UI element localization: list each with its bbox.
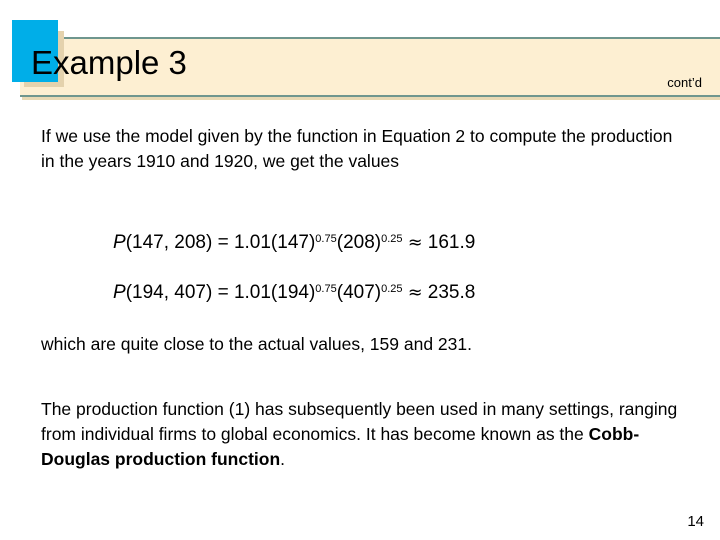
equation-2-relation: ≈ [407, 283, 423, 303]
closing-paragraph: which are quite close to the actual valu… [41, 334, 472, 354]
final-paragraph: The production function (1) has subseque… [41, 397, 685, 472]
equation-2: P(194, 407) = 1.01(194)0.75(407)0.25 ≈ 2… [113, 280, 475, 306]
equation-1-exponent-1: 0.75 [315, 232, 337, 245]
page-number: 14 [687, 513, 704, 530]
equation-1: P(147, 208) = 1.01(147)0.75(208)0.25 ≈ 1… [113, 230, 475, 256]
equation-1-result: 161.9 [427, 232, 476, 253]
continued-label: cont’d [667, 75, 702, 90]
equation-2-exponent-2: 0.25 [381, 282, 403, 295]
equation-1-function-symbol: P [113, 232, 126, 253]
equation-1-relation: ≈ [407, 233, 423, 253]
equation-2-args: (194, 407) = 1.01(194) [125, 282, 316, 303]
equation-2-mid: (407) [336, 282, 382, 303]
equation-1-args: (147, 208) = 1.01(147) [125, 232, 316, 253]
page-title: Example 3 [31, 44, 187, 81]
equation-2-result: 235.8 [427, 282, 476, 303]
slide-header: Example 3 cont’d [0, 0, 720, 102]
final-paragraph-lead: The production function (1) has subseque… [41, 399, 678, 444]
equation-2-exponent-1: 0.75 [315, 282, 337, 295]
intro-paragraph: If we use the model given by the functio… [41, 126, 673, 171]
equation-1-mid: (208) [336, 232, 382, 253]
final-paragraph-trailing: . [280, 449, 286, 469]
equation-1-exponent-2: 0.25 [381, 232, 403, 245]
equation-2-function-symbol: P [113, 282, 126, 303]
